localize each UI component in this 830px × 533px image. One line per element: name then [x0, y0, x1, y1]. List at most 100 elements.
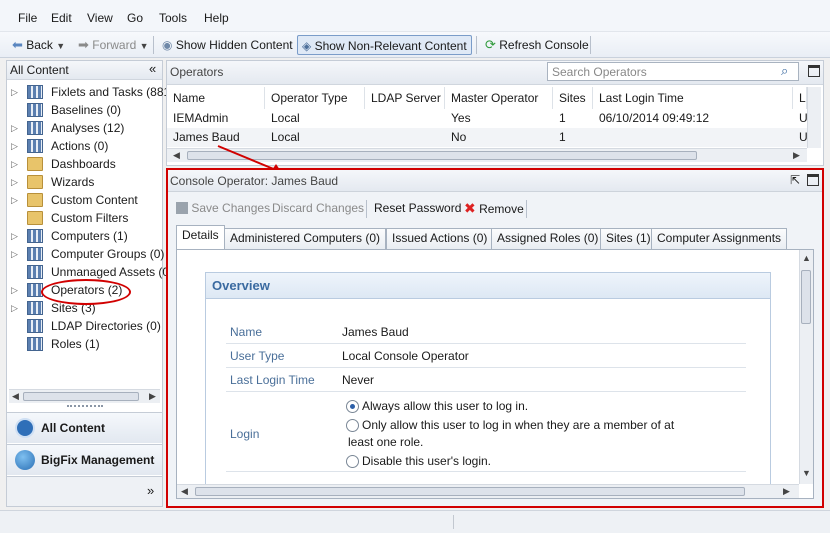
more-nav-icon[interactable]: »	[147, 483, 154, 498]
scroll-right-icon[interactable]: ▶	[783, 486, 790, 497]
remove-x-icon: ✖	[464, 200, 476, 216]
remove-button[interactable]: ✖ Remove	[460, 198, 528, 218]
forward-button[interactable]: ➡ Forward ▼	[74, 35, 153, 55]
tab-item[interactable]: Computer Assignments	[651, 228, 788, 249]
table-cell	[365, 128, 445, 147]
menu-edit[interactable]: Edit	[51, 11, 72, 25]
operators-vertical-scrollbar[interactable]	[807, 87, 821, 148]
tree-item[interactable]: ▷ Wizards	[7, 173, 162, 191]
details-horizontal-scrollbar[interactable]: ◀ ▶	[177, 484, 799, 498]
menu-file[interactable]: File	[18, 11, 37, 25]
tab-item[interactable]: Administered Computers (0)	[224, 228, 387, 249]
table-cell: U	[799, 111, 807, 125]
scroll-right-icon[interactable]: ▶	[149, 391, 156, 402]
scroll-up-icon[interactable]: ▲	[802, 253, 811, 263]
save-changes-button[interactable]: Save Changes	[172, 198, 274, 218]
tree-item-label: LDAP Directories (0)	[51, 319, 161, 333]
scroll-down-icon[interactable]: ▼	[802, 468, 811, 478]
maximize-pane-icon[interactable]	[808, 65, 820, 77]
tree-item[interactable]: ▷ Fixlets and Tasks (881	[7, 83, 170, 101]
role-member-only-radio[interactable]	[346, 419, 359, 432]
undock-icon[interactable]: ⇱	[790, 173, 800, 187]
tree-item[interactable]: ▷ Computer Groups (0)	[7, 245, 164, 263]
expand-arrow-icon[interactable]: ▷	[11, 137, 18, 155]
tree-item[interactable]: ▷ Custom Content	[7, 191, 162, 209]
scroll-right-icon[interactable]: ▶	[793, 150, 800, 161]
refresh-console-button[interactable]: ⟳ Refresh Console	[481, 35, 593, 55]
name-label: Name	[230, 325, 263, 339]
column-header[interactable]: Last Login Time	[593, 87, 793, 109]
expand-arrow-icon[interactable]: ▷	[11, 191, 18, 209]
expand-arrow-icon[interactable]: ▷	[11, 83, 18, 101]
expand-arrow-icon[interactable]: ▷	[11, 119, 18, 137]
menu-help[interactable]: Help	[204, 11, 229, 25]
tree-item-label: Custom Content	[51, 193, 138, 207]
detail-pane-title: Console Operator: James Baud	[170, 174, 339, 188]
tree-item-label: Computers (1)	[51, 229, 128, 243]
show-non-relevant-content-button[interactable]: ◈ Show Non-Relevant Content	[297, 35, 472, 55]
column-header[interactable]: Master Operator	[445, 87, 553, 109]
expand-arrow-icon[interactable]: ▷	[11, 299, 18, 317]
tree-horizontal-scrollbar[interactable]: ◀ ▶	[9, 389, 160, 403]
last-login-time-value: Never	[342, 373, 375, 387]
tab-details[interactable]: Details	[176, 225, 225, 249]
tree-item[interactable]: ▷ Computers (1)	[7, 227, 162, 245]
column-header[interactable]: Name	[167, 87, 265, 109]
menu-tools[interactable]: Tools	[159, 11, 187, 25]
toolbar-separator	[153, 36, 154, 54]
tree-item[interactable]: ▷ Actions (0)	[7, 137, 162, 155]
bigfix-management-nav-button[interactable]: BigFix Management	[7, 444, 162, 475]
column-header[interactable]: Sites	[553, 87, 593, 109]
details-vertical-scrollbar[interactable]: ▲ ▼	[799, 250, 813, 484]
tree-item[interactable]: ▷ Analyses (12)	[7, 119, 162, 137]
row-divider	[226, 391, 746, 392]
tree-item[interactable]: Baselines (0)	[7, 101, 162, 119]
show-hidden-content-button[interactable]: ◉ Show Hidden Content	[158, 35, 297, 55]
scrollbar-thumb[interactable]	[801, 270, 811, 324]
column-header[interactable]: Operator Type	[265, 87, 365, 109]
expand-arrow-icon[interactable]: ▷	[11, 245, 18, 263]
search-operators-input[interactable]: Search Operators	[547, 62, 799, 81]
role-member-only-label[interactable]: Only allow this user to log in when they…	[362, 418, 674, 432]
tree-item[interactable]: Roles (1)	[7, 335, 162, 353]
tree-item[interactable]: Custom Filters	[7, 209, 162, 227]
tree-item-label: Fixlets and Tasks (881	[51, 85, 171, 99]
discard-changes-button[interactable]: Discard Changes	[268, 198, 368, 218]
always-allow-label[interactable]: Always allow this user to log in.	[362, 399, 528, 413]
column-header[interactable]: L	[793, 87, 807, 109]
grid-icon	[27, 265, 43, 279]
expand-arrow-icon[interactable]: ▷	[11, 155, 18, 173]
tab-item[interactable]: Assigned Roles (0)	[491, 228, 605, 249]
scrollbar-thumb[interactable]	[195, 487, 745, 496]
tree-item-label: Dashboards	[51, 157, 116, 171]
expand-arrow-icon[interactable]: ▷	[11, 227, 18, 245]
always-allow-radio[interactable]	[346, 400, 359, 413]
scroll-left-icon[interactable]: ◀	[12, 391, 19, 402]
tab-item[interactable]: Issued Actions (0)	[386, 228, 494, 249]
disable-login-label[interactable]: Disable this user's login.	[362, 454, 491, 468]
tab-item[interactable]: Sites (1)	[600, 228, 657, 249]
role-member-only-label-cont[interactable]: least one role.	[348, 435, 423, 449]
tree-item[interactable]: LDAP Directories (0)	[7, 317, 162, 335]
expand-arrow-icon[interactable]: ▷	[11, 173, 18, 191]
tree-item[interactable]: ▷ Dashboards	[7, 155, 162, 173]
operators-pane-header: Operators Search Operators ⌕	[167, 61, 823, 85]
all-content-nav-button[interactable]: All Content	[7, 412, 162, 443]
reset-password-button[interactable]: Reset Password	[370, 198, 465, 218]
scroll-left-icon[interactable]: ◀	[173, 150, 180, 161]
expand-arrow-icon[interactable]: ▷	[11, 281, 18, 299]
scrollbar-thumb[interactable]	[23, 392, 139, 401]
splitter-grip[interactable]	[67, 405, 103, 409]
table-row[interactable]: IEMAdmin Local Yes 1 06/10/2014 09:49:12 U	[167, 109, 807, 128]
disable-login-radio[interactable]	[346, 455, 359, 468]
back-button[interactable]: ⬅ Back ▼	[8, 35, 69, 55]
menu-view[interactable]: View	[87, 11, 113, 25]
column-header[interactable]: LDAP Server	[365, 87, 445, 109]
folder-icon	[27, 211, 43, 225]
operators-pane-title: Operators	[170, 65, 224, 79]
collapse-panel-icon[interactable]: «	[149, 61, 156, 76]
menu-go[interactable]: Go	[127, 11, 143, 25]
scroll-left-icon[interactable]: ◀	[181, 486, 188, 497]
search-icon[interactable]: ⌕	[781, 63, 788, 79]
maximize-pane-icon[interactable]	[807, 174, 819, 186]
